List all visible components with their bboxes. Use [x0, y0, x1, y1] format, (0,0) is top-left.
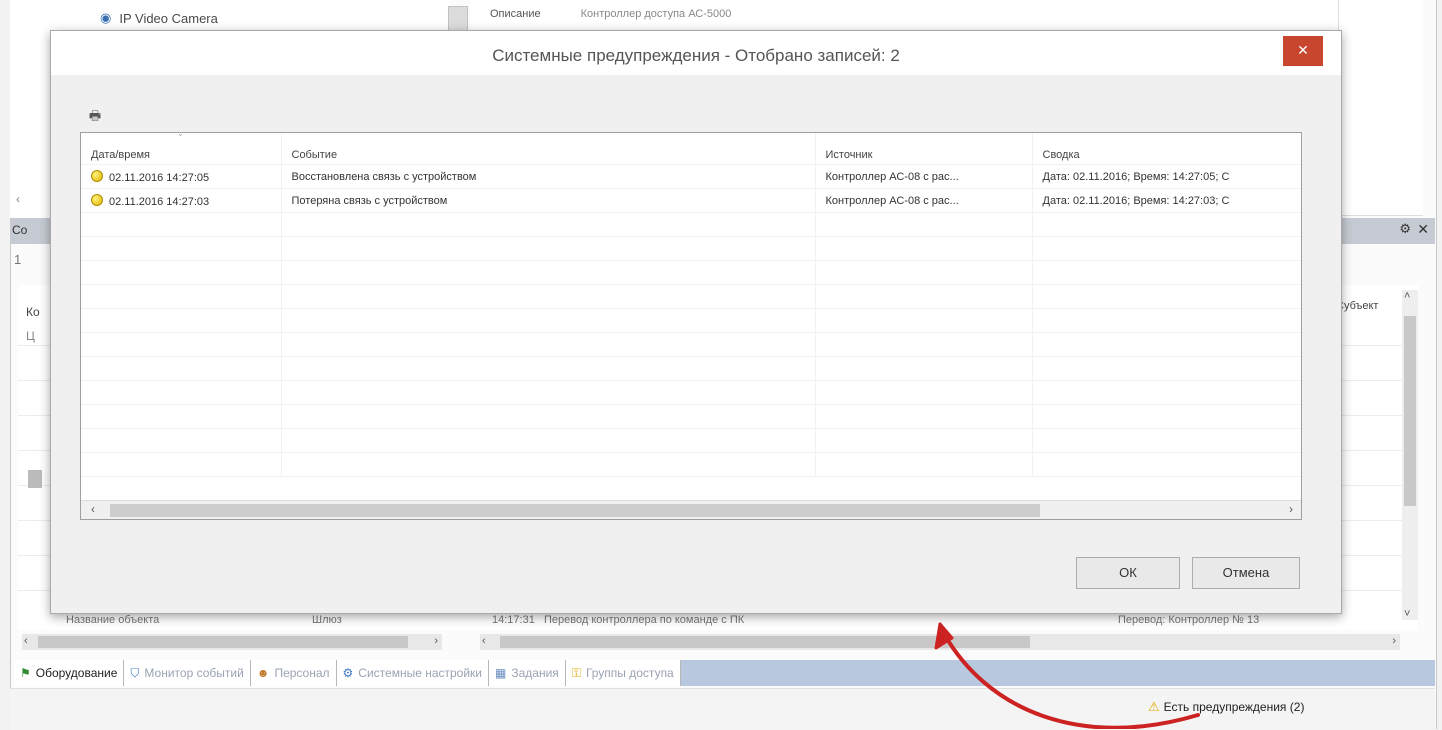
gear-icon[interactable]: ⚙ — [1399, 221, 1411, 237]
tab-equipment[interactable]: ⚑ Оборудование — [14, 660, 125, 686]
scroll-left-arrow-icon[interactable]: ‹ — [16, 192, 20, 206]
printer-icon[interactable]: 🖶 — [86, 108, 104, 124]
status-bar: ⚠ Есть предупреждения (2) — [10, 688, 1435, 730]
ok-button[interactable]: ОК — [1076, 557, 1180, 589]
row-time: 14:17:31 — [492, 614, 535, 626]
row-event-text: Перевод контроллера по команде с ПК — [544, 614, 745, 626]
flag-icon: ⚑ — [20, 666, 31, 680]
scrollbar-thumb[interactable] — [1404, 316, 1416, 506]
table-row[interactable]: 02.11.2016 14:27:05 Восстановлена связь … — [81, 164, 1301, 189]
calendar-icon: ▦ — [495, 666, 507, 680]
shield-icon: ⛉ — [130, 665, 140, 680]
key-icon: ⚿ — [571, 665, 581, 680]
empty-row — [81, 428, 1301, 453]
scrollbar-thumb[interactable] — [110, 504, 1040, 517]
bottom-tab-bar: ⚑ Оборудование ⛉ Монитор событий ☻ Персо… — [14, 660, 1435, 686]
tab-label: Персонал — [274, 666, 330, 680]
cell-event: Потеряна связь с устройством — [281, 188, 816, 213]
property-key: Описание — [490, 8, 541, 20]
tab-label: Системные настройки — [358, 666, 483, 680]
tab-label: Задания — [511, 666, 559, 680]
system-warnings-dialog: Системные предупреждения - Отобрано запи… — [50, 30, 1342, 614]
tab-label: Группы доступа — [585, 666, 674, 680]
cell-text: 02.11.2016 14:27:05 — [109, 171, 210, 184]
empty-row — [81, 452, 1301, 477]
scroll-up-icon[interactable]: ˄ — [1404, 290, 1410, 302]
scroll-right-icon[interactable]: › — [1392, 635, 1396, 647]
vertical-scrollbar[interactable]: ˄ ˅ — [1402, 290, 1418, 620]
horizontal-scrollbar[interactable]: ‹ › — [81, 500, 1301, 519]
cell-summary: Дата: 02.11.2016; Время: 14:27:05; С — [1032, 164, 1301, 189]
scrollbar-thumb[interactable] — [38, 636, 408, 648]
close-icon[interactable]: ✕ — [1417, 221, 1429, 238]
row-gateway: Шлюз — [312, 614, 342, 626]
empty-row — [81, 380, 1301, 405]
people-icon: ☻ — [256, 666, 270, 680]
table-row[interactable]: 02.11.2016 14:27:03 Потеряна связь с уст… — [81, 188, 1301, 213]
sort-indicator-icon: ˇ — [179, 133, 182, 143]
status-dot-icon — [91, 193, 103, 206]
column-header: Ко — [26, 305, 40, 319]
tab-system-settings[interactable]: ⚙ Системные настройки — [336, 660, 490, 686]
scroll-right-icon[interactable]: › — [434, 635, 438, 647]
properties-panel-right — [1338, 0, 1423, 216]
empty-row — [81, 260, 1301, 285]
column-header-subject: Субъект — [1336, 300, 1379, 312]
settings-icon: ⚙ — [342, 666, 354, 680]
panel-toolbar: 1 — [14, 252, 22, 267]
camera-icon: ◉ — [100, 10, 112, 25]
column-label: Дата/время — [91, 149, 151, 161]
close-icon: ✕ — [1297, 42, 1309, 58]
scroll-right-icon[interactable]: › — [1289, 502, 1293, 516]
tab-tasks[interactable]: ▦ Задания — [489, 660, 566, 686]
close-button[interactable]: ✕ — [1283, 36, 1323, 66]
empty-row — [81, 356, 1301, 381]
column-header-event[interactable]: Событие — [281, 133, 816, 165]
dialog-body: 🖶 ˇ Дата/время Событие Источник Сводка 0… — [51, 75, 1341, 613]
dialog-title: Системные предупреждения - Отобрано запи… — [51, 31, 1341, 75]
tab-label: Монитор событий — [144, 666, 244, 680]
cell-source: Контроллер АС-08 с рас... — [815, 164, 1033, 189]
scroll-left-icon[interactable]: ‹ — [91, 502, 95, 516]
empty-row — [81, 236, 1301, 261]
empty-row — [81, 212, 1301, 237]
cell-datetime: 02.11.2016 14:27:05 — [81, 164, 282, 189]
empty-row — [81, 404, 1301, 429]
panel-title: Со — [12, 223, 28, 237]
status-dot-icon — [91, 169, 103, 182]
tree-item-ip-video-camera[interactable]: ◉ IP Video Camera — [100, 10, 218, 26]
column-header-datetime[interactable]: ˇ Дата/время — [81, 133, 282, 165]
column-header-source[interactable]: Источник — [815, 133, 1033, 165]
empty-row — [81, 308, 1301, 333]
cell-text: 02.11.2016 14:27:03 — [109, 195, 210, 208]
header-row: ˇ Дата/время Событие Источник Сводка — [81, 133, 1301, 165]
annotation-arrow — [934, 622, 1200, 729]
column-header-summary[interactable]: Сводка — [1032, 133, 1301, 165]
tab-access-groups[interactable]: ⚿ Группы доступа — [565, 660, 681, 686]
scroll-left-icon[interactable]: ‹ — [482, 635, 486, 647]
warnings-grid: ˇ Дата/время Событие Источник Сводка 02.1… — [80, 132, 1302, 520]
cell-event: Восстановлена связь с устройством — [281, 164, 816, 189]
tab-personnel[interactable]: ☻ Персонал — [250, 660, 337, 686]
scroll-left-icon[interactable]: ‹ — [24, 635, 28, 647]
cell-source: Контроллер АС-08 с рас... — [815, 188, 1033, 213]
warnings-table: ˇ Дата/время Событие Источник Сводка 02.1… — [81, 133, 1301, 477]
tab-label: Оборудование — [35, 666, 118, 680]
property-value: Контроллер доступа АС-5000 — [580, 8, 732, 20]
empty-row — [81, 284, 1301, 309]
grid-cell: Ц — [26, 329, 35, 343]
tree-item-label: IP Video Camera — [119, 10, 218, 26]
cell-summary: Дата: 02.11.2016; Время: 14:27:03; С — [1032, 188, 1301, 213]
horizontal-scrollbar-left[interactable]: ‹ › — [22, 634, 442, 650]
row-event: 14:17:31 Перевод контроллера по команде … — [492, 614, 744, 626]
cancel-button[interactable]: Отмена — [1192, 557, 1300, 589]
cell-datetime: 02.11.2016 14:27:03 — [81, 188, 282, 213]
scrollbar-thumb[interactable] — [28, 470, 42, 488]
row-object: Название объекта — [66, 614, 160, 626]
tab-event-monitor[interactable]: ⛉ Монитор событий — [124, 660, 251, 686]
empty-row — [81, 332, 1301, 357]
